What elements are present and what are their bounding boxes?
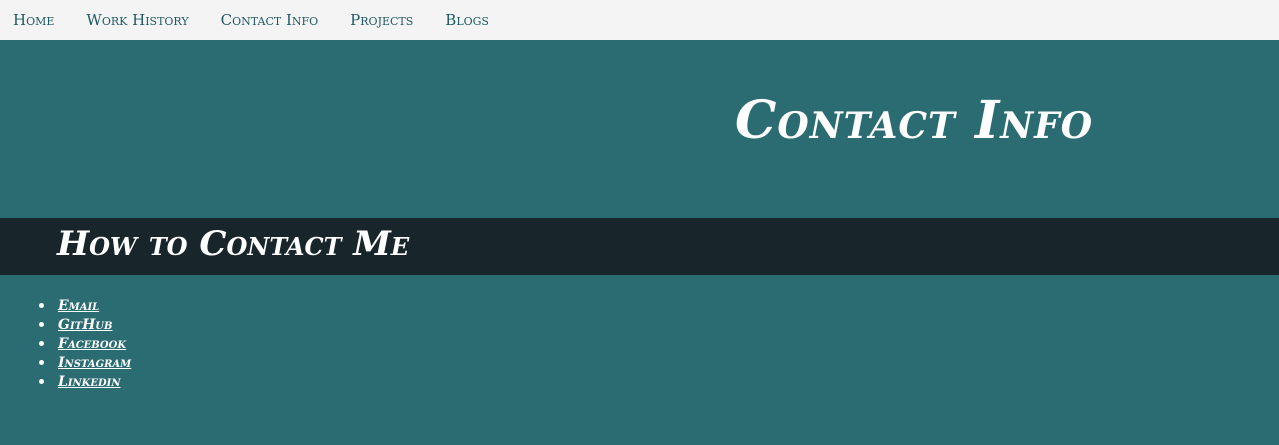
list-item: Facebook <box>39 334 1279 353</box>
nav-item-work-history[interactable]: Work History <box>86 0 188 40</box>
section-title: How to Contact Me <box>57 224 410 264</box>
nav-item-projects[interactable]: Projects <box>350 0 413 40</box>
instagram-link[interactable]: Instagram <box>58 355 131 371</box>
top-navbar: Home Work History Contact Info Projects … <box>0 0 1279 40</box>
list-item: Linkedin <box>39 372 1279 391</box>
list-item: Email <box>39 296 1279 315</box>
nav-item-home[interactable]: Home <box>13 0 54 40</box>
section-header-bar: How to Contact Me <box>0 218 1279 275</box>
list-item: Instagram <box>39 353 1279 372</box>
nav-item-blogs[interactable]: Blogs <box>445 0 489 40</box>
nav-item-contact-info[interactable]: Contact Info <box>221 0 319 40</box>
hero-banner: Contact Info <box>0 40 1279 218</box>
page-title: Contact Info <box>735 90 1094 151</box>
list-item: GitHub <box>39 315 1279 334</box>
facebook-link[interactable]: Facebook <box>58 336 126 352</box>
github-link[interactable]: GitHub <box>58 317 112 333</box>
email-link[interactable]: Email <box>58 298 99 314</box>
linkedin-link[interactable]: Linkedin <box>58 374 120 390</box>
contact-list: Email GitHub Facebook Instagram Linkedin <box>0 275 1279 391</box>
